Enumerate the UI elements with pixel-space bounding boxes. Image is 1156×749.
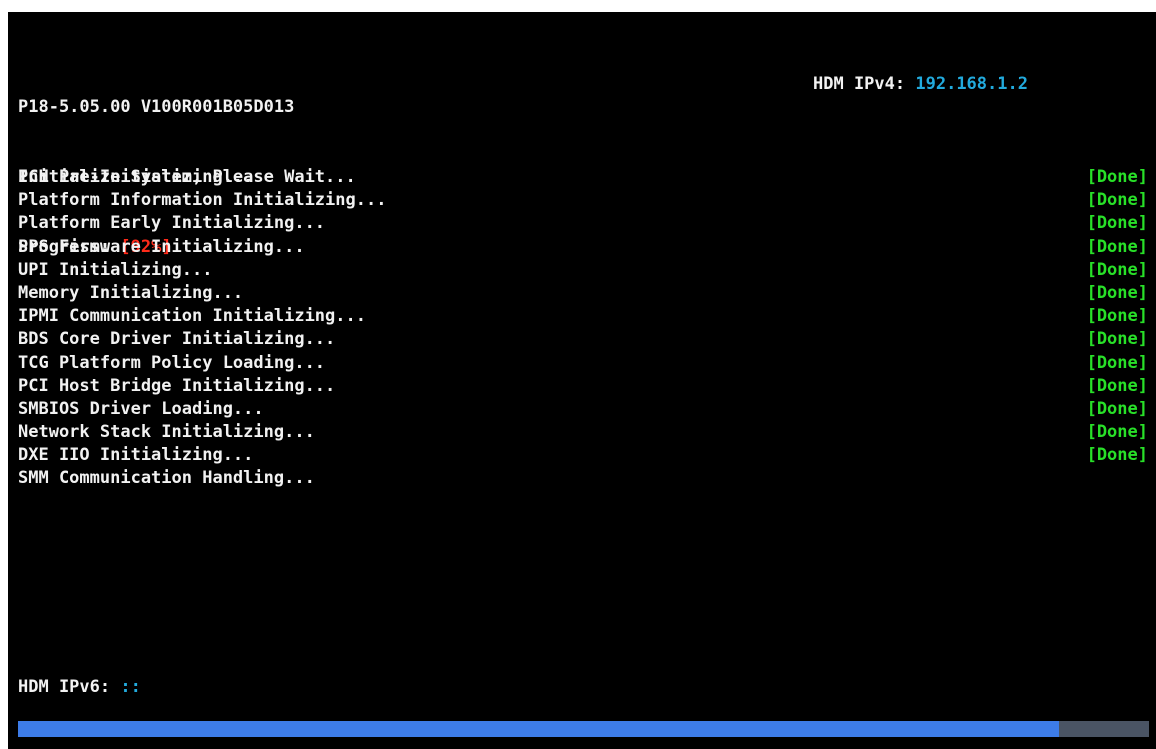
init-step-status: [Done]: [1086, 236, 1148, 257]
init-step-status: [Done]: [1086, 167, 1148, 187]
hdm-ipv6: HDM IPv6: ::: [18, 676, 141, 699]
ipv4-value: 192.168.1.2: [915, 74, 1028, 94]
init-step-label: SMBIOS Driver Loading...: [18, 398, 264, 419]
init-step-row: IPMI Communication Initializing... [Done]: [18, 305, 1148, 328]
progress-bar: [18, 721, 1149, 737]
init-step-row: SPS Firmware Initializing... [Done]: [18, 236, 1148, 259]
init-step-row: Network Stack Initializing... [Done]: [18, 421, 1148, 444]
init-step-status: [Done]: [1086, 190, 1148, 211]
init-step-label: PCH Pre-Initializing...: [18, 167, 254, 187]
init-step-status: [Done]: [1086, 398, 1148, 419]
ipv6-value: ::: [120, 677, 141, 697]
init-step-status: [Done]: [1086, 259, 1148, 280]
init-step-label: TCG Platform Policy Loading...: [18, 352, 326, 373]
bios-post-screen: P18-5.05.00 V100R001B05D013 Initialize S…: [8, 12, 1156, 749]
init-step-label: Platform Early Initializing...: [18, 213, 326, 234]
progress-bar-fill: [18, 721, 1059, 737]
init-step-label: SPS Firmware Initializing...: [18, 236, 305, 257]
init-step-row: DXE IIO Initializing... [Done]: [18, 444, 1148, 467]
init-step-row: Memory Initializing... [Done]: [18, 282, 1148, 305]
init-step-status: [Done]: [1086, 306, 1148, 327]
init-step-row: Platform Early Initializing... [Done]: [18, 212, 1148, 235]
init-step-row: BDS Core Driver Initializing... [Done]: [18, 328, 1148, 351]
init-step-label: UPI Initializing...: [18, 259, 213, 280]
init-step-row: TCG Platform Policy Loading... [Done]: [18, 352, 1148, 375]
init-step-label: PCI Host Bridge Initializing...: [18, 375, 336, 396]
ipv4-label: HDM IPv4:: [813, 74, 906, 94]
init-step-label: SMM Communication Handling...: [18, 468, 315, 489]
init-step-label: BDS Core Driver Initializing...: [18, 329, 336, 350]
init-step-status: [Done]: [1086, 445, 1148, 466]
init-step-list: PCH Pre-Initializing... [Done] Platform In…: [18, 166, 1148, 491]
init-step-label: Platform Information Initializing...: [18, 190, 387, 211]
init-step-status: [Done]: [1086, 352, 1148, 373]
init-step-row: PCI Host Bridge Initializing... [Done]: [18, 375, 1148, 398]
firmware-version: P18-5.05.00 V100R001B05D013: [18, 97, 295, 118]
init-step-label: Network Stack Initializing...: [18, 422, 315, 443]
init-step-status: [Done]: [1086, 422, 1148, 443]
init-step-row: PCH Pre-Initializing... [Done]: [18, 166, 1148, 189]
init-step-status: [Done]: [1086, 213, 1148, 234]
init-step-label: IPMI Communication Initializing...: [18, 306, 366, 327]
init-step-label: Memory Initializing...: [18, 282, 244, 303]
init-step-status: [Done]: [1086, 282, 1148, 303]
init-step-row: SMM Communication Handling...: [18, 467, 1148, 490]
init-step-row: SMBIOS Driver Loading... [Done]: [18, 398, 1148, 421]
hdm-ipv4: HDM IPv4: 192.168.1.2: [813, 73, 1028, 96]
init-step-status: [Done]: [1086, 329, 1148, 350]
ipv6-label: HDM IPv6:: [18, 677, 111, 697]
init-step-row: UPI Initializing... [Done]: [18, 259, 1148, 282]
init-step-status: [Done]: [1086, 375, 1148, 396]
init-step-label: DXE IIO Initializing...: [18, 445, 254, 466]
init-step-row: Platform Information Initializing... [Don…: [18, 189, 1148, 212]
